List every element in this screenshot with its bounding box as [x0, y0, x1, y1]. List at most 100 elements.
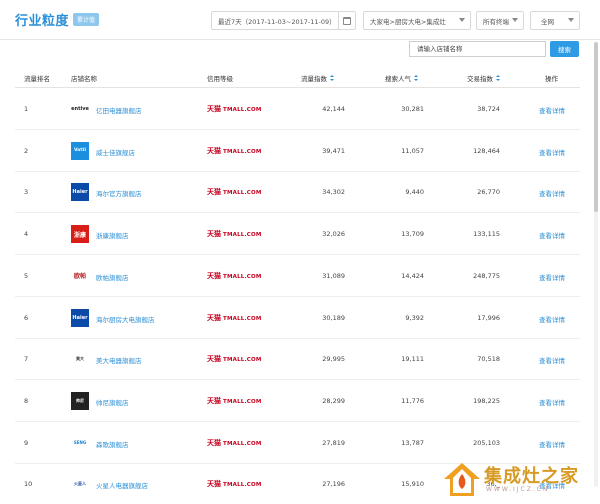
rank-cell: 6	[24, 313, 29, 322]
page-title: 行业粒度	[15, 14, 70, 29]
view-detail-link[interactable]: 查看详情	[539, 355, 565, 365]
rank-cell: 9	[24, 438, 29, 447]
tmall-cn: 天猫	[207, 146, 221, 155]
trade-index-cell: 38,724	[477, 105, 500, 113]
trade-index-cell: 205,103	[473, 438, 500, 447]
tmall-cn: 天猫	[207, 188, 221, 197]
view-detail-link[interactable]: 查看详情	[539, 105, 565, 115]
view-detail-link[interactable]: 查看详情	[539, 188, 565, 198]
tmall-credit-logo: 天猫 TMALL.COM	[207, 396, 262, 406]
tmall-cn: 天猫	[207, 480, 221, 489]
shop-logo: entive	[71, 100, 89, 118]
shop-name-link[interactable]: 森歌旗舰店	[96, 439, 129, 449]
table-row: 5 欧帕 欧帕旗舰店 天猫 TMALL.COM 31,089 14,424 248,775 查看…	[15, 256, 580, 297]
traffic-index-cell: 27,819	[322, 438, 345, 447]
shop-name-link[interactable]: 浙康旗舰店	[96, 230, 129, 240]
trade-index-cell: 248,775	[473, 271, 500, 280]
tmall-credit-logo: 天猫 TMALL.COM	[207, 187, 262, 197]
traffic-index-cell: 34,302	[322, 188, 345, 197]
table-row: 7 美大 美大电器旗舰店 天猫 TMALL.COM 29,995 19,111 70,518 查…	[15, 339, 580, 381]
tmall-credit-logo: 天猫 TMALL.COM	[207, 438, 262, 448]
tmall-credit-logo: 天猫 TMALL.COM	[207, 229, 262, 239]
shop-name-link[interactable]: 海尔官方旗舰店	[96, 188, 142, 198]
table-row: 8 帅尼 帅尼旗舰店 天猫 TMALL.COM 28,299 11,776 198,225 查看…	[15, 381, 580, 422]
sort-icon[interactable]	[496, 75, 500, 81]
traffic-index-cell: 30,189	[322, 313, 345, 322]
trade-index-cell: 70,518	[477, 355, 500, 364]
rank-cell: 4	[24, 230, 29, 239]
trade-index-cell: 17,996	[477, 313, 500, 322]
search-popularity-cell: 30,281	[401, 105, 424, 113]
top-bar: 行业粒度 累计值 最近7天（2017-11-03~2017-11-09） 大家电…	[0, 0, 600, 40]
network-text: 全网	[541, 17, 554, 26]
category-select[interactable]: 大家电>厨房大电>集成灶	[363, 11, 471, 30]
tmall-cn: 天猫	[207, 438, 221, 447]
view-detail-link[interactable]: 查看详情	[539, 397, 565, 407]
header-trade-label: 交易指数	[467, 75, 493, 83]
search-button[interactable]: 搜索	[550, 41, 579, 57]
tmall-cn: 天猫	[207, 105, 221, 113]
view-detail-link[interactable]: 查看详情	[539, 439, 565, 449]
header-search-label: 搜索人气	[385, 75, 411, 83]
header-rank: 流量排名	[24, 75, 50, 83]
table-header: 流量排名 店铺名称 信用等级 流量指数 搜索人气 交易指数 操作	[15, 66, 580, 88]
header-traffic[interactable]: 流量指数	[301, 73, 334, 83]
header-traffic-label: 流量指数	[301, 75, 327, 83]
traffic-index-cell: 39,471	[322, 146, 345, 155]
trade-index-cell: 133,115	[473, 230, 500, 239]
view-detail-link[interactable]: 查看详情	[539, 272, 565, 282]
chevron-down-icon	[459, 18, 465, 22]
rank-cell: 1	[24, 105, 29, 113]
traffic-index-cell: 28,299	[322, 396, 345, 405]
shop-logo: 美大	[71, 350, 89, 369]
chevron-down-icon	[568, 18, 574, 22]
header-search[interactable]: 搜索人气	[385, 73, 418, 83]
traffic-index-cell: 27,196	[322, 480, 345, 489]
header-shop: 店铺名称	[71, 75, 97, 83]
shop-name-link[interactable]: 火星人电器旗舰店	[96, 480, 148, 490]
tmall-credit-logo: 天猫 TMALL.COM	[207, 354, 262, 364]
view-detail-link[interactable]: 查看详情	[539, 230, 565, 240]
shop-logo: Vatti	[71, 141, 89, 160]
shop-logo: 欧帕	[71, 266, 89, 285]
date-range-text: 最近7天（2017-11-03~2017-11-09）	[218, 17, 336, 26]
brand: 行业粒度 累计值	[15, 10, 100, 29]
network-select[interactable]: 全网	[530, 11, 580, 30]
tmall-en: TMALL.COM	[223, 273, 262, 280]
table-row: 1 entive 亿田电器旗舰店 天猫 TMALL.COM 42,144 30,281 38,…	[15, 89, 580, 130]
watermark-url: WWW.IJCZ.CN	[486, 486, 550, 493]
tmall-cn: 天猫	[207, 230, 221, 239]
traffic-index-cell: 32,026	[322, 230, 345, 239]
header-trade[interactable]: 交易指数	[467, 73, 500, 83]
rank-cell: 10	[24, 480, 33, 489]
terminal-select[interactable]: 所有终端	[476, 11, 524, 30]
trade-index-cell: 128,464	[473, 146, 500, 155]
sort-icon[interactable]	[414, 75, 418, 81]
traffic-index-cell: 42,144	[322, 105, 345, 113]
view-detail-link[interactable]: 查看详情	[539, 314, 565, 324]
rank-cell: 8	[24, 396, 29, 405]
tmall-credit-logo: 天猫 TMALL.COM	[207, 271, 262, 281]
shop-name-link[interactable]: 欧帕旗舰店	[96, 272, 129, 282]
tmall-en: TMALL.COM	[223, 148, 262, 155]
calendar-icon[interactable]	[338, 12, 355, 29]
shop-logo: Haier	[71, 308, 89, 327]
tmall-cn: 天猫	[207, 271, 221, 280]
view-detail-link[interactable]: 查看详情	[539, 147, 565, 157]
shop-name-link[interactable]: 帅尼旗舰店	[96, 397, 129, 407]
search-popularity-cell: 9,440	[405, 188, 424, 197]
sort-icon[interactable]	[330, 75, 334, 81]
shop-name-link[interactable]: 威士佳旗舰店	[96, 147, 135, 157]
shop-logo: 浙康	[71, 225, 89, 244]
shop-name-link[interactable]: 海尔厨房大电旗舰店	[96, 314, 155, 324]
shop-name-link[interactable]: 亿田电器旗舰店	[96, 105, 142, 115]
tmall-cn: 天猫	[207, 313, 221, 322]
date-range-picker[interactable]: 最近7天（2017-11-03~2017-11-09）	[211, 11, 356, 30]
shop-name-link[interactable]: 美大电器旗舰店	[96, 355, 142, 365]
search-popularity-cell: 11,057	[401, 146, 424, 155]
scrollbar-thumb[interactable]	[594, 42, 598, 212]
tmall-en: TMALL.COM	[223, 190, 262, 197]
tmall-en: TMALL.COM	[223, 398, 262, 405]
shop-search-input[interactable]	[409, 41, 546, 57]
rank-cell: 5	[24, 271, 29, 280]
